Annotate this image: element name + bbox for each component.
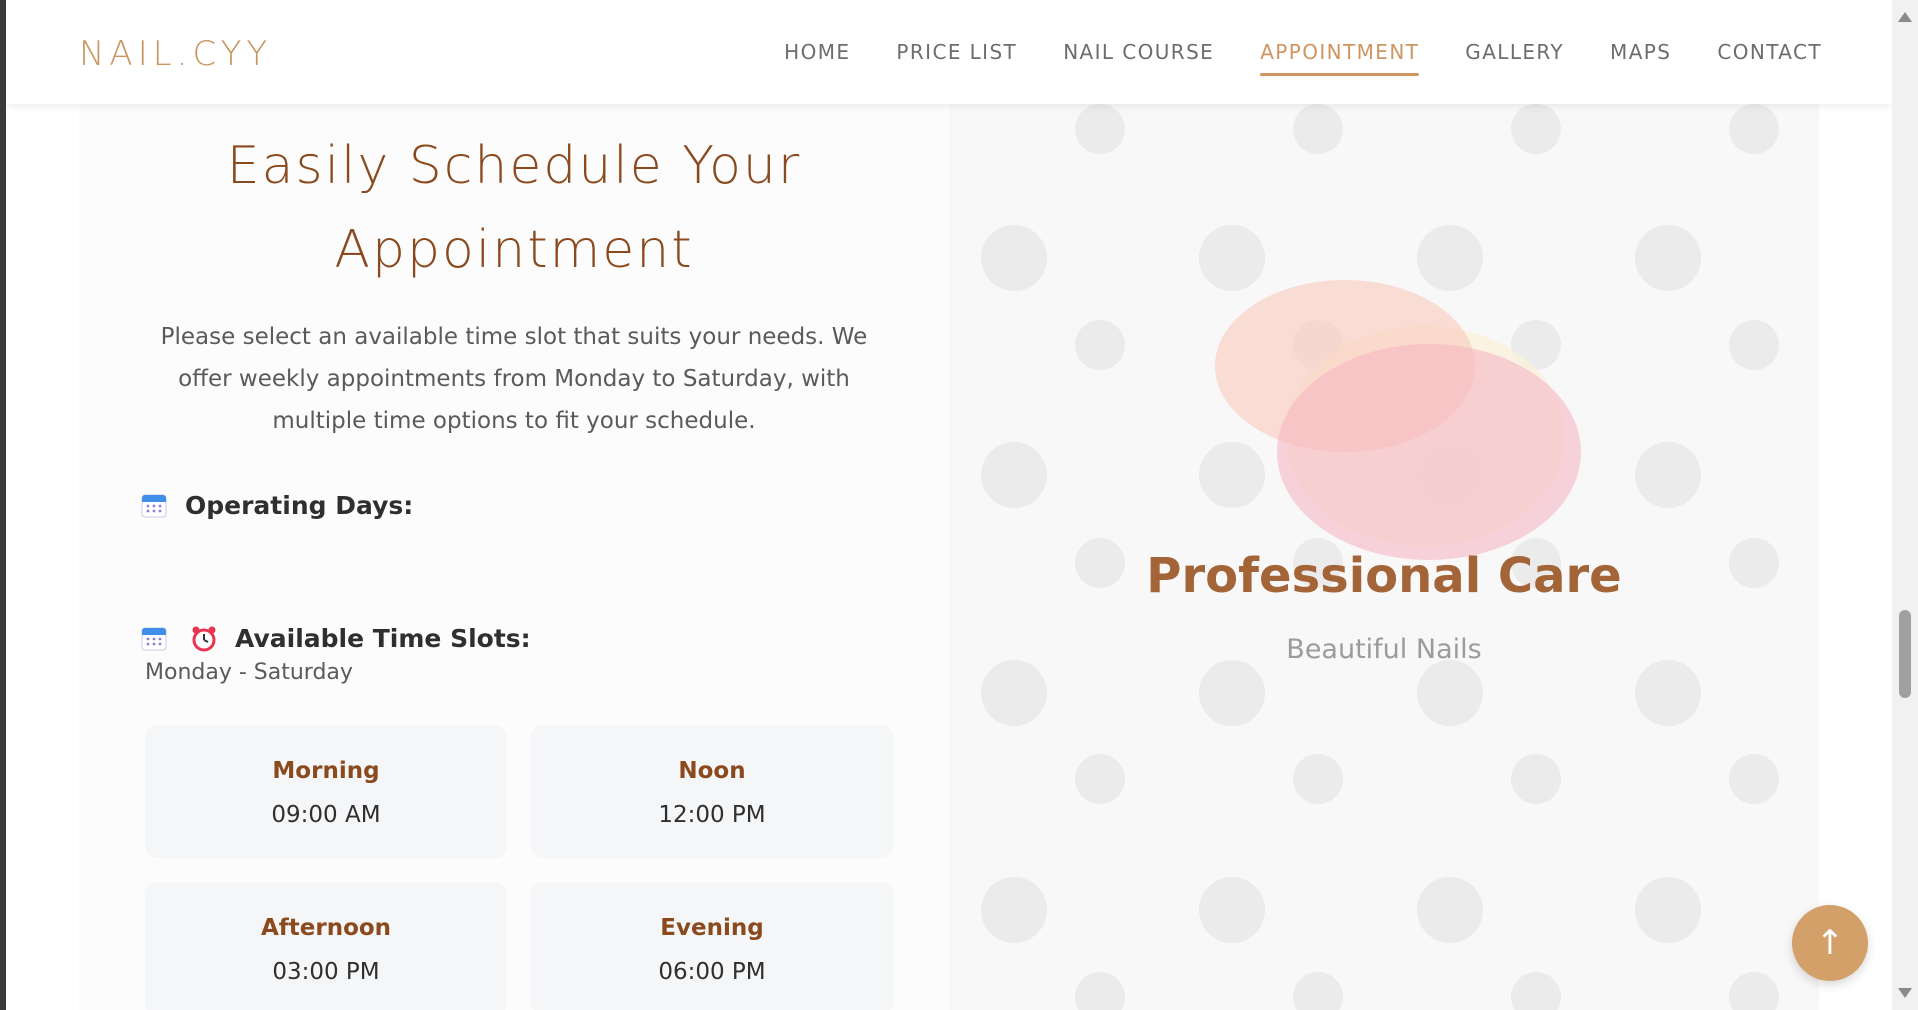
nav-nail-course[interactable]: NAIL COURSE xyxy=(1063,34,1214,70)
scroll-thumb[interactable] xyxy=(1899,610,1911,698)
slot-time: 03:00 PM xyxy=(272,959,380,985)
operating-days-label: Operating Days: xyxy=(185,490,414,520)
page-scrollbar[interactable] xyxy=(1892,0,1918,1010)
time-slots-label: Available Time Slots: xyxy=(235,623,531,653)
scroll-up-arrow-icon[interactable] xyxy=(1898,12,1912,22)
page-title: Easily Schedule Your Appointment xyxy=(79,124,949,292)
slot-card-evening[interactable]: Evening 06:00 PM xyxy=(531,882,893,1010)
site-logo[interactable]: NAIL.CYY xyxy=(79,34,272,74)
slot-name: Morning xyxy=(272,758,380,784)
nav-contact[interactable]: CONTACT xyxy=(1717,34,1822,70)
feature-panel: Professional Care Beautiful Nails xyxy=(949,104,1819,1010)
scroll-down-arrow-icon[interactable] xyxy=(1898,988,1912,998)
nav-gallery[interactable]: GALLERY xyxy=(1465,34,1564,70)
slot-name: Afternoon xyxy=(260,915,392,941)
slot-time: 09:00 AM xyxy=(271,802,381,828)
appointment-info-panel: Easily Schedule Your Appointment Please … xyxy=(79,104,949,1010)
back-to-top-button[interactable]: ↑ xyxy=(1792,905,1868,981)
title-line-2: Appointment xyxy=(334,220,694,280)
nav-appointment[interactable]: APPOINTMENT xyxy=(1260,34,1420,76)
feature-subtitle: Beautiful Nails xyxy=(1286,634,1482,665)
operating-days-value: Monday - Saturday xyxy=(145,660,353,685)
slot-card-morning[interactable]: Morning 09:00 AM xyxy=(145,725,507,858)
alarm-clock-icon xyxy=(189,623,219,653)
time-slots-heading: Available Time Slots: xyxy=(139,623,531,653)
feature-title: Professional Care xyxy=(1146,548,1622,604)
slot-name: Evening xyxy=(660,915,764,941)
calendar-icon xyxy=(139,623,169,653)
slot-time: 06:00 PM xyxy=(658,959,766,985)
title-line-1: Easily Schedule Your xyxy=(226,136,802,196)
slot-name: Noon xyxy=(678,758,746,784)
slot-card-noon[interactable]: Noon 12:00 PM xyxy=(531,725,893,858)
calendar-icon xyxy=(139,490,169,520)
nav-maps[interactable]: MAPS xyxy=(1610,34,1671,70)
site-header: NAIL.CYY HOME PRICE LIST NAIL COURSE APP… xyxy=(6,0,1892,104)
appointment-section: Easily Schedule Your Appointment Please … xyxy=(79,104,1819,1010)
page-viewport: NAIL.CYY HOME PRICE LIST NAIL COURSE APP… xyxy=(6,0,1892,1010)
slot-time: 12:00 PM xyxy=(658,802,766,828)
slot-card-afternoon[interactable]: Afternoon 03:00 PM xyxy=(145,882,507,1010)
arrow-up-icon: ↑ xyxy=(1815,923,1845,963)
nav-home[interactable]: HOME xyxy=(784,34,850,70)
main-nav: HOME PRICE LIST NAIL COURSE APPOINTMENT … xyxy=(784,0,1822,104)
operating-days-heading: Operating Days: xyxy=(139,490,413,520)
intro-text: Please select an available time slot tha… xyxy=(160,324,868,434)
nav-price-list[interactable]: PRICE LIST xyxy=(896,34,1017,70)
